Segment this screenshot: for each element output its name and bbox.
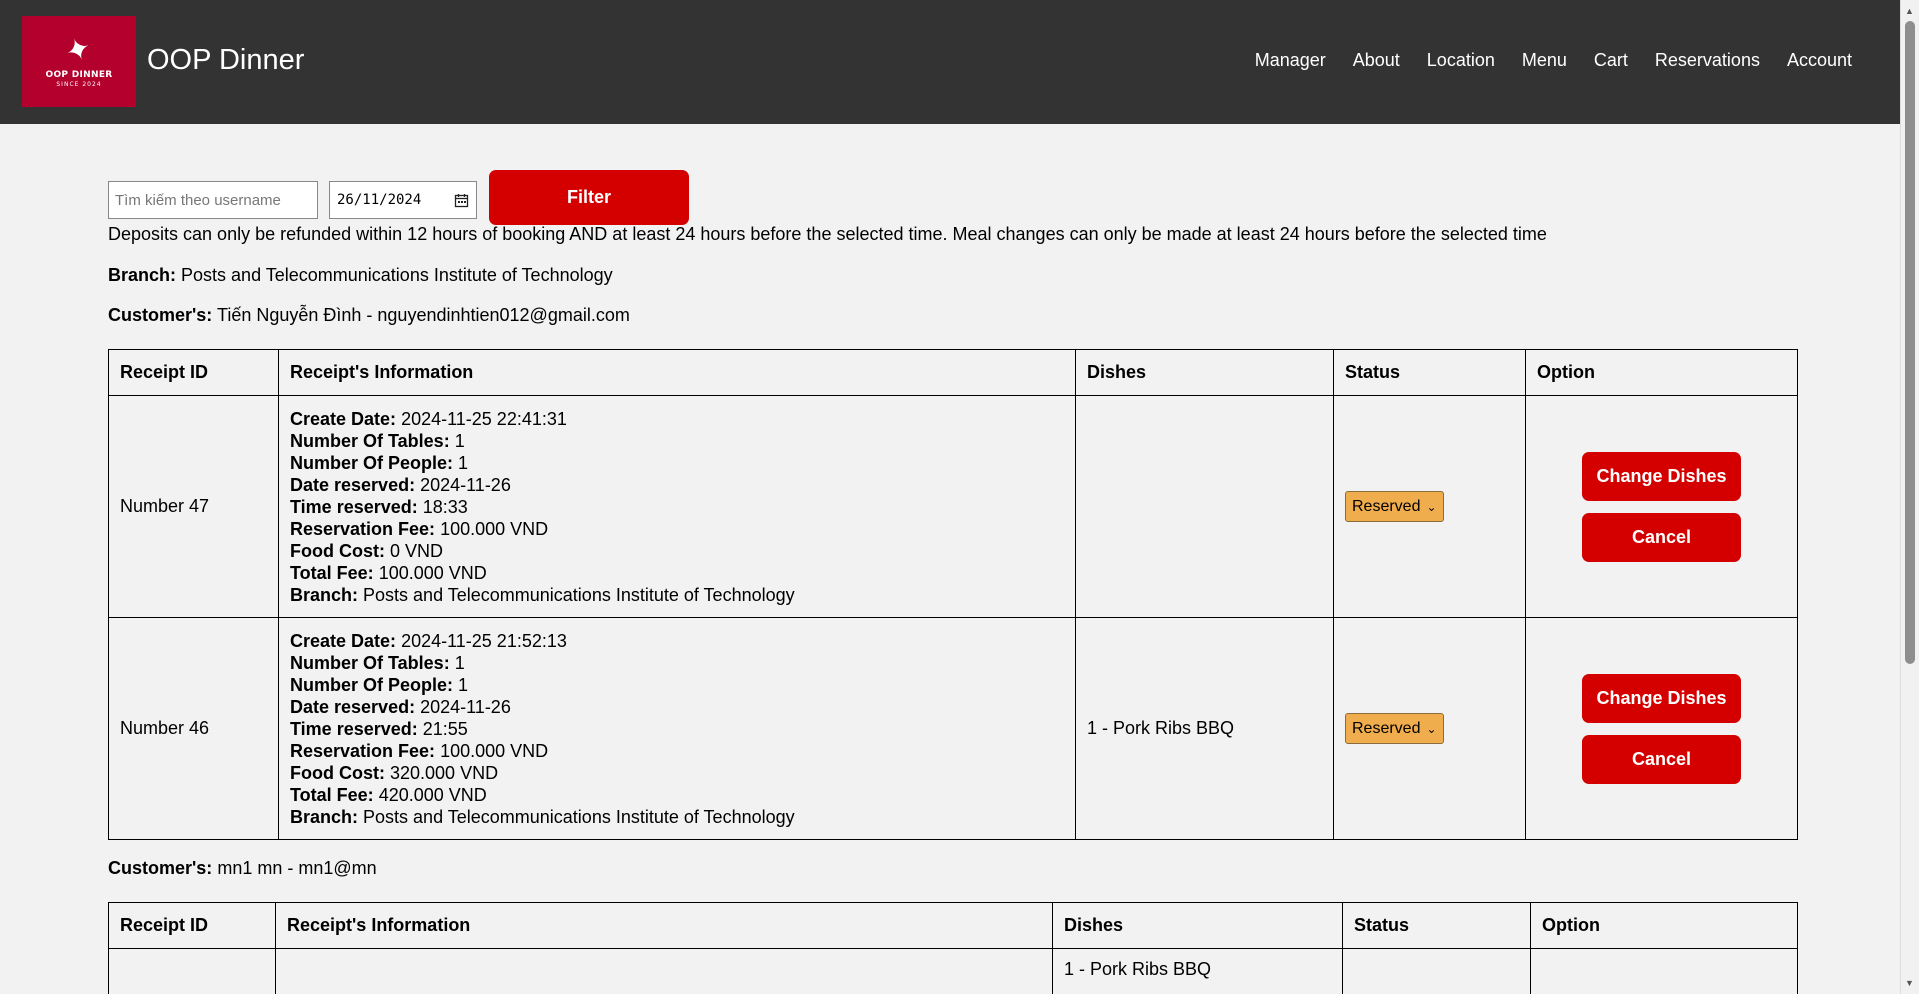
change-dishes-button[interactable]: Change Dishes — [1582, 451, 1741, 501]
receipts-table: Receipt ID Receipt's Information Dishes … — [108, 349, 1798, 840]
col-option: Option — [1530, 902, 1798, 949]
info-line: Branch: Posts and Telecommunications Ins… — [290, 806, 795, 827]
chevron-down-icon: ⌄ — [1426, 721, 1437, 736]
nav-about[interactable]: About — [1353, 50, 1400, 71]
refund-notice: Deposits can only be refunded within 12 … — [108, 224, 1547, 244]
receipt-id — [108, 948, 276, 994]
receipt-info: Create Date: 2024-11-25 22:41:31 Number … — [278, 395, 1076, 618]
nav-location[interactable]: Location — [1427, 50, 1495, 71]
info-line: Time reserved: 21:55 — [290, 718, 468, 739]
top-navbar: ✦ OOP DINNER SINCE 2024 OOP Dinner Manag… — [0, 0, 1900, 124]
col-receipt-id: Receipt ID — [108, 349, 279, 396]
nav-account[interactable]: Account — [1787, 50, 1852, 71]
status-cell — [1342, 948, 1531, 994]
logo[interactable]: ✦ OOP DINNER SINCE 2024 — [22, 16, 136, 107]
table-row: Number 46 Create Date: 2024-11-25 21:52:… — [108, 617, 1798, 840]
customer-value: mn1 mn - mn1@mn — [217, 858, 377, 878]
nav-menu[interactable]: Menu — [1522, 50, 1567, 71]
table-row: Number 47 Create Date: 2024-11-25 22:41:… — [108, 395, 1798, 618]
page-scrollbar[interactable]: ▲ ▼ — [1900, 0, 1919, 994]
info-line: Time reserved: 18:33 — [290, 496, 468, 517]
table-header-row: Receipt ID Receipt's Information Dishes … — [108, 349, 1798, 396]
branch-value: Posts and Telecommunications Institute o… — [181, 265, 613, 285]
info-line: Date reserved: 2024-11-26 — [290, 696, 511, 717]
username-search-input[interactable] — [108, 181, 318, 219]
scroll-down-icon[interactable]: ▼ — [1905, 978, 1914, 988]
col-status: Status — [1342, 902, 1531, 949]
option-cell: Change Dishes Cancel — [1525, 395, 1798, 618]
branch-label: Branch: — [108, 265, 177, 285]
info-line: Total Fee: 100.000 VND — [290, 562, 487, 583]
status-value: Reserved — [1352, 497, 1421, 515]
site-title: OOP Dinner — [147, 44, 305, 76]
cancel-button[interactable]: Cancel — [1582, 512, 1741, 562]
info-line: Create Date: 2024-11-25 21:52:13 — [290, 630, 567, 651]
nav-reservations[interactable]: Reservations — [1655, 50, 1760, 71]
info-line: Number Of Tables: 1 — [290, 652, 465, 673]
date-input[interactable]: 26/11/2024 — [329, 181, 477, 219]
dishes-cell: 1 - Pork Ribs BBQ — [1052, 948, 1343, 994]
customer-label: Customer's: — [108, 305, 213, 325]
nav-menu: Manager About Location Menu Cart Reserva… — [1228, 50, 1852, 71]
customer-line: Customer's: mn1 mn - mn1@mn — [108, 858, 377, 879]
table-header-row: Receipt ID Receipt's Information Dishes … — [108, 902, 1798, 949]
info-line: Number Of People: 1 — [290, 674, 469, 695]
receipt-info — [275, 948, 1053, 994]
option-cell — [1530, 948, 1798, 994]
nav-cart[interactable]: Cart — [1594, 50, 1628, 71]
table-row: 1 - Pork Ribs BBQ — [108, 948, 1798, 994]
col-option: Option — [1525, 349, 1798, 396]
info-line: Reservation Fee: 100.000 VND — [290, 518, 549, 539]
col-dishes: Dishes — [1052, 902, 1343, 949]
info-line: Create Date: 2024-11-25 22:41:31 — [290, 408, 567, 429]
customer-value: Tiến Nguyễn Đình - nguyendinhtien012@gma… — [217, 305, 630, 325]
info-line: Date reserved: 2024-11-26 — [290, 474, 511, 495]
dishes-cell: 1 - Pork Ribs BBQ — [1075, 617, 1334, 840]
col-receipt-info: Receipt's Information — [278, 349, 1076, 396]
info-line: Number Of People: 1 — [290, 452, 469, 473]
col-dishes: Dishes — [1075, 349, 1334, 396]
option-cell: Change Dishes Cancel — [1525, 617, 1798, 840]
logo-text: OOP DINNER — [45, 69, 113, 80]
dishes-cell — [1075, 395, 1334, 618]
info-line: Branch: Posts and Telecommunications Ins… — [290, 584, 795, 605]
col-receipt-info: Receipt's Information — [275, 902, 1053, 949]
info-line: Food Cost: 0 VND — [290, 540, 444, 561]
info-line: Food Cost: 320.000 VND — [290, 762, 499, 783]
status-value: Reserved — [1352, 719, 1421, 737]
customer-line: Customer's: Tiến Nguyễn Đình - nguyendin… — [108, 305, 630, 326]
branch-line: Branch: Posts and Telecommunications Ins… — [108, 265, 613, 286]
info-line: Reservation Fee: 100.000 VND — [290, 740, 549, 761]
chevron-down-icon: ⌄ — [1426, 499, 1437, 514]
status-cell: Reserved ⌄ — [1333, 617, 1526, 840]
logo-subtext: SINCE 2024 — [56, 80, 102, 88]
receipt-id: Number 46 — [108, 617, 279, 840]
col-status: Status — [1333, 349, 1526, 396]
date-value: 26/11/2024 — [337, 192, 422, 208]
nav-manager[interactable]: Manager — [1255, 50, 1326, 71]
change-dishes-button[interactable]: Change Dishes — [1582, 673, 1741, 723]
status-cell: Reserved ⌄ — [1333, 395, 1526, 618]
scrollbar-thumb[interactable] — [1905, 21, 1915, 664]
status-select[interactable]: Reserved ⌄ — [1345, 491, 1444, 522]
col-receipt-id: Receipt ID — [108, 902, 276, 949]
scroll-up-icon[interactable]: ▲ — [1905, 6, 1914, 16]
receipt-info: Create Date: 2024-11-25 21:52:13 Number … — [278, 617, 1076, 840]
customer-label: Customer's: — [108, 858, 213, 878]
receipt-id: Number 47 — [108, 395, 279, 618]
calendar-icon[interactable] — [454, 193, 469, 208]
filter-button[interactable]: Filter — [489, 170, 689, 225]
status-select[interactable]: Reserved ⌄ — [1345, 713, 1444, 744]
receipts-table: Receipt ID Receipt's Information Dishes … — [108, 902, 1798, 994]
cancel-button[interactable]: Cancel — [1582, 734, 1741, 784]
star-icon: ✦ — [61, 30, 97, 70]
info-line: Number Of Tables: 1 — [290, 430, 465, 451]
info-line: Total Fee: 420.000 VND — [290, 784, 487, 805]
